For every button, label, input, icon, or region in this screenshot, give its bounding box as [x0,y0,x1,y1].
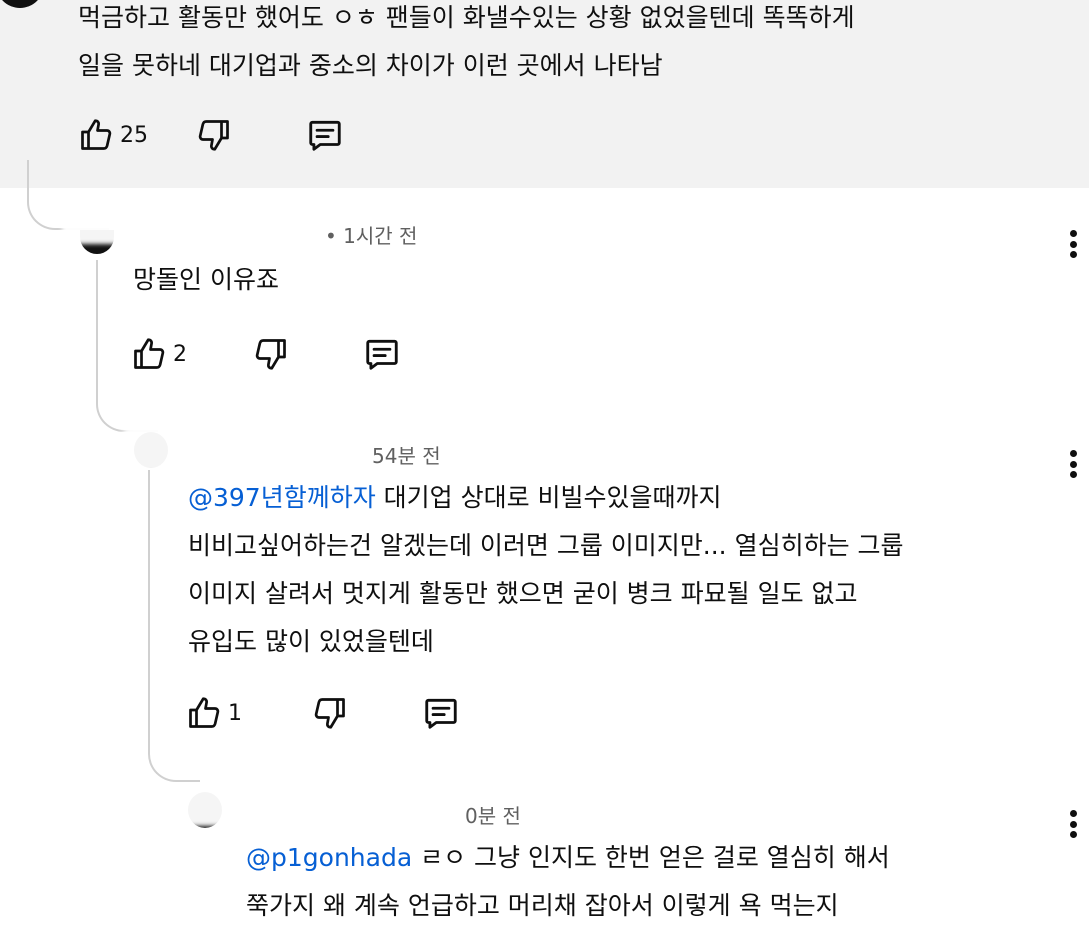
comment-reply-icon [363,335,401,373]
comment-body: 먹금하고 활동만 했어도 ㅇㅎ 팬들이 화낼수있는 상황 없었을텐데 똑똑하게 … [78,0,855,90]
comment-text: 대기업 상대로 비빌수있을때까지 [375,483,722,512]
thread-connector [148,470,200,782]
like-button[interactable]: 25 [78,117,148,153]
comment-body: @p1gonhada ㄹㅇ 그냥 인지도 한번 얻은 걸로 열심히 해서 쭉가지… [246,834,890,930]
mention-link[interactable]: @397년함께하자 [188,483,376,512]
thumbs-up-icon [78,117,114,153]
comment-body: @397년함께하자 대기업 상대로 비빌수있을때까지 비비고싶어하는건 알겠는데… [188,474,904,666]
redacted-username [62,200,334,244]
like-count: 2 [173,341,187,367]
mention-link[interactable]: @p1gonhada [246,843,412,872]
more-vert-icon[interactable] [1063,806,1083,842]
dislike-button[interactable] [253,336,289,372]
dislike-button[interactable] [312,695,348,731]
comment-timestamp: 54분 전 [372,444,441,468]
comment-text-line: @p1gonhada ㄹㅇ 그냥 인지도 한번 얻은 걸로 열심히 해서 [246,834,890,882]
comment-actions: 1 [186,694,460,732]
redacted-username [120,426,375,472]
comment-text-line: 유입도 많이 있었을텐데 [188,627,434,656]
comment-text: ㄹㅇ 그냥 인지도 한번 얻은 걸로 열심히 해서 [412,843,890,872]
reply-button[interactable] [363,335,401,373]
more-vert-icon[interactable] [1063,446,1083,482]
more-vert-icon[interactable] [1063,226,1083,262]
thumbs-down-icon [196,117,232,153]
comment-reply-icon [422,694,460,732]
reply-button[interactable] [422,694,460,732]
reply-button[interactable] [306,116,344,154]
comment-text-line: 먹금하고 활동만 했어도 ㅇㅎ 팬들이 화낼수있는 상황 없었을텐데 똑똑하게 [78,3,855,32]
thread-connector [96,260,158,432]
like-count: 1 [228,700,242,726]
comment-text-line: 일을 못하네 대기업과 중소의 차이가 이런 곳에서 나타남 [78,51,663,80]
comment-timestamp: 0분 전 [465,804,521,828]
comment-actions: 25 [78,116,344,154]
thumbs-down-icon [312,695,348,731]
comment-text-line: 이미지 살려서 멋지게 활동만 했으면 굳이 병크 파묘될 일도 없고 [188,579,858,608]
redacted-username [156,786,466,826]
like-count: 25 [120,122,148,148]
dislike-button[interactable] [196,117,232,153]
comment-actions: 2 [131,335,401,373]
comment-text-line: @397년함께하자 대기업 상대로 비빌수있을때까지 [188,474,904,522]
comment-timestamp: • 1시간 전 [325,224,418,248]
comment-text-line: 비비고싶어하는건 알겠는데 이러면 그룹 이미지만... 열심히하는 그룹 [188,531,904,560]
comment-reply-icon [306,116,344,154]
thumbs-down-icon [253,336,289,372]
comment-text-line: 쭉가지 왜 계속 언급하고 머리채 잡아서 이렇게 욕 먹는지 [246,891,839,920]
